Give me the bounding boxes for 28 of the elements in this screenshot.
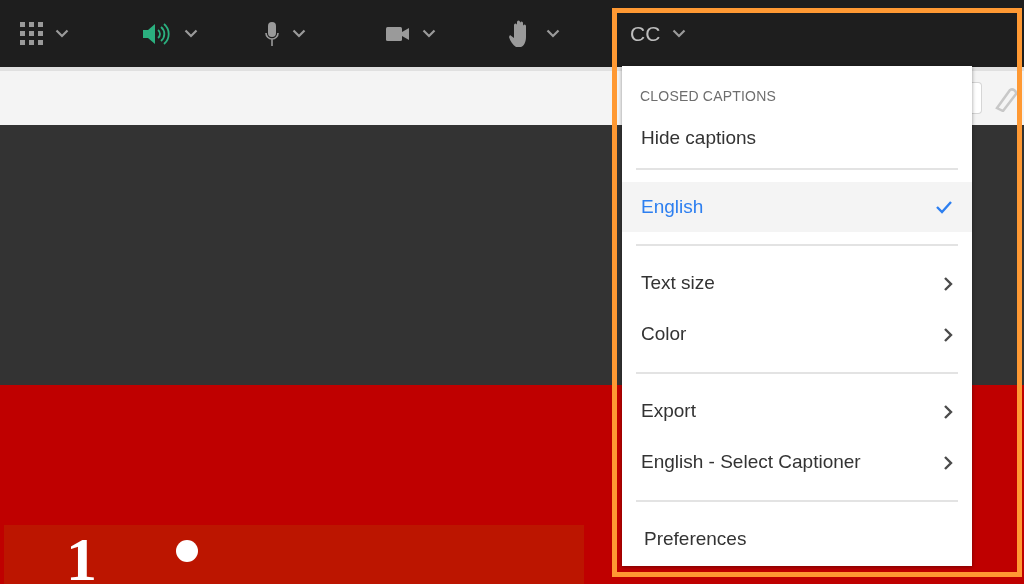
- chevron-down-icon: [422, 29, 436, 38]
- chevron-right-icon: [943, 326, 953, 343]
- submenu-item[interactable]: Export: [636, 386, 958, 437]
- menu-item[interactable]: Hide captions: [636, 113, 958, 164]
- chevron-right-icon: [943, 275, 953, 292]
- chevron-down-icon: [184, 29, 198, 38]
- captions-label: CC: [630, 20, 661, 47]
- submenu-item[interactable]: Color: [636, 309, 958, 360]
- chevron-down-icon: [672, 29, 687, 38]
- chevron-right-icon: [943, 403, 953, 420]
- grid-icon: [20, 22, 43, 45]
- microphone-icon: [264, 20, 280, 47]
- menu-heading: CLOSED CAPTIONS: [639, 87, 778, 106]
- check-icon: [935, 200, 953, 214]
- speaker-icon: [142, 21, 172, 46]
- input-field[interactable]: [972, 82, 982, 114]
- slide-number: 1: [66, 528, 97, 584]
- bullet-dot: [176, 540, 198, 562]
- menu-item[interactable]: Preferences: [639, 514, 958, 565]
- chevron-down-icon: [55, 29, 69, 38]
- chevron-down-icon: [546, 29, 560, 38]
- chevron-down-icon: [292, 29, 306, 38]
- submenu-item[interactable]: English - Select Captioner: [636, 437, 958, 488]
- video-camera-icon: [386, 25, 410, 42]
- submenu-item[interactable]: Text size: [636, 258, 958, 309]
- chevron-right-icon: [943, 454, 953, 471]
- captions-button[interactable]: CC: [630, 17, 752, 50]
- language-option[interactable]: English: [622, 182, 972, 232]
